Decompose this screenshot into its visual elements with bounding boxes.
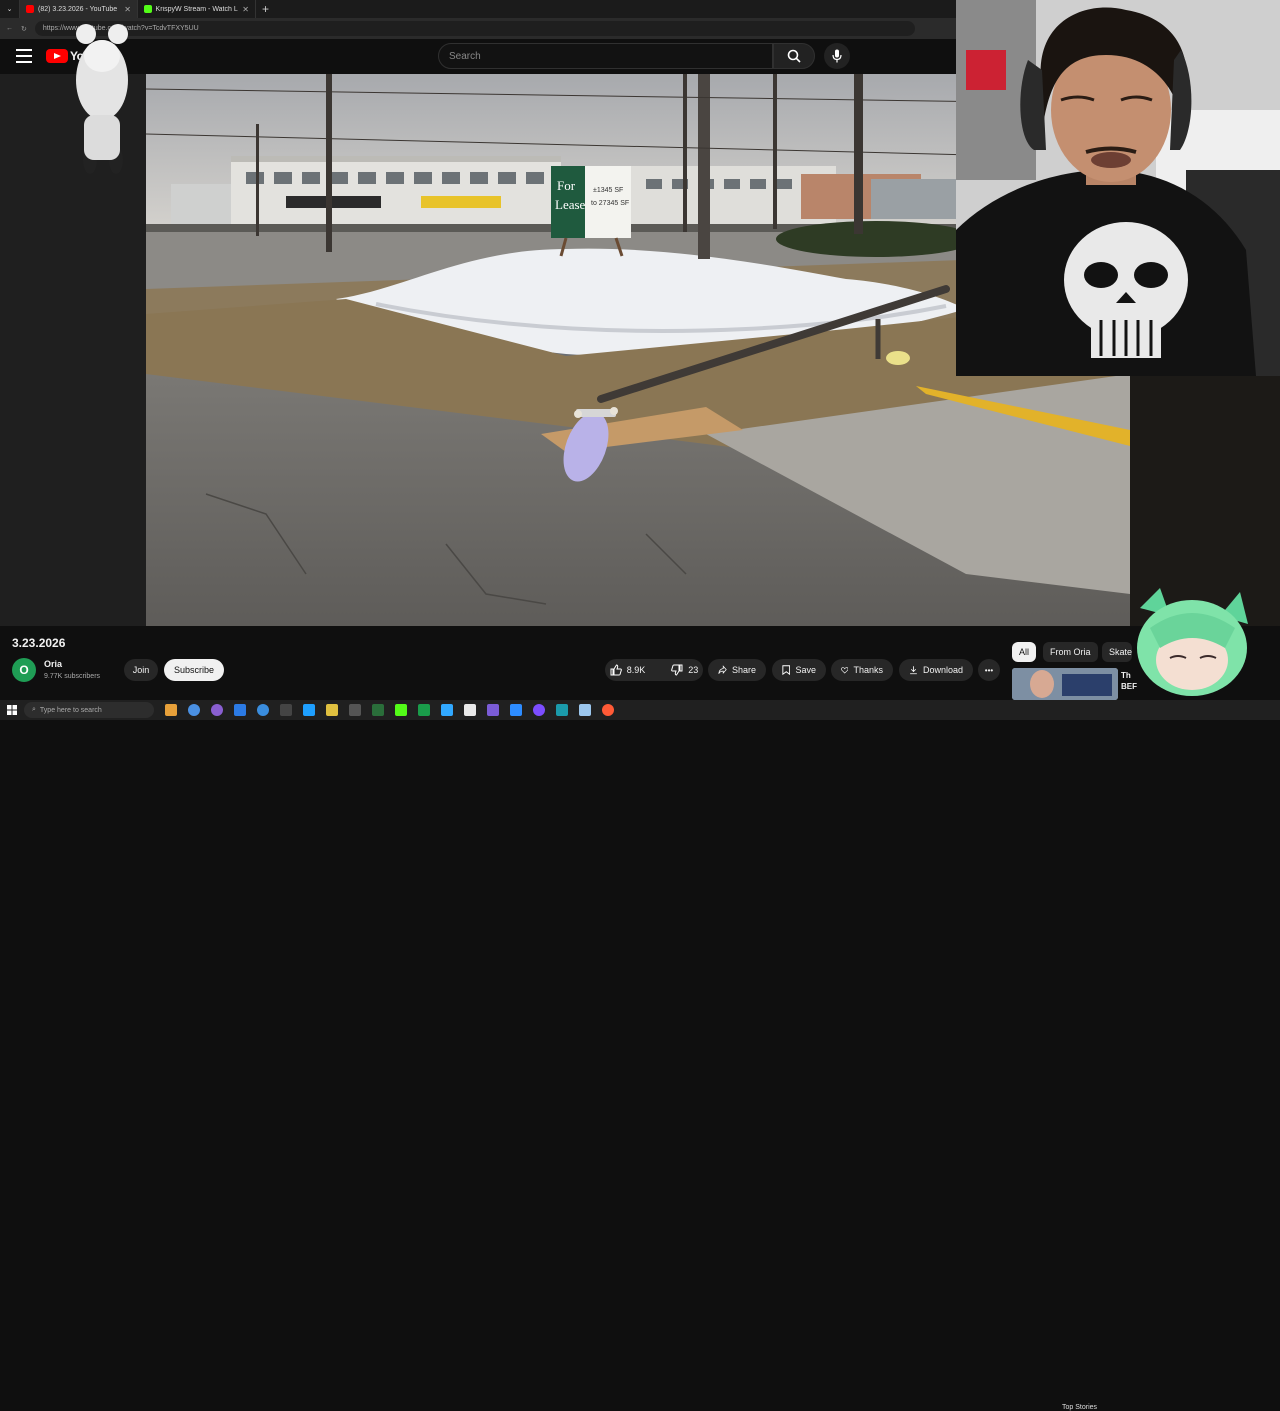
thumbs-down-icon	[671, 664, 683, 676]
chip-skate[interactable]: Skate	[1102, 642, 1132, 662]
streamer-webcam-scene	[956, 0, 1280, 376]
taskbar-app-icon[interactable]	[487, 704, 499, 716]
taskbar-search-placeholder: Type here to search	[39, 706, 102, 714]
search-icon	[787, 49, 801, 63]
taskbar-app-icon[interactable]	[441, 704, 453, 716]
reload-icon[interactable]: ↻	[21, 25, 27, 33]
chip-from-oria[interactable]: From Oria	[1043, 642, 1098, 662]
new-tab-button[interactable]: +	[256, 2, 275, 16]
recommended-video-thumbnail[interactable]	[1012, 668, 1118, 700]
sign-size-text-2: to 27345 SF	[591, 200, 629, 207]
bookmark-icon	[782, 665, 791, 676]
taskbar-app-icon[interactable]	[395, 704, 407, 716]
start-button[interactable]	[0, 705, 24, 715]
chip-all[interactable]: All	[1012, 642, 1037, 662]
thanks-heart-dollar-icon	[841, 667, 849, 674]
back-icon[interactable]: ←	[6, 25, 13, 32]
search-placeholder: Search	[449, 50, 481, 62]
microphone-icon	[832, 49, 842, 63]
taskbar-app-icon[interactable]	[510, 704, 522, 716]
taskbar-app-icon[interactable]	[211, 704, 223, 716]
join-label: Join	[132, 665, 150, 675]
tab-youtube[interactable]: (82) 3.23.2026 - YouTube ✕	[20, 0, 138, 18]
url-field[interactable]: https://www.youtube.com/watch?v=TcdvTFXY…	[34, 21, 915, 36]
save-label: Save	[795, 665, 816, 675]
subscriber-count: 9.77K subscribers	[44, 673, 101, 680]
save-button[interactable]: Save	[772, 659, 826, 681]
address-bar-row: ← ↻ https://www.youtube.com/watch?v=Tcdv…	[0, 18, 956, 39]
sign-size-text-1: ±1345 SF	[593, 187, 623, 194]
taskbar-app-icon[interactable]	[303, 704, 315, 716]
dislike-count: 23	[688, 665, 699, 675]
like-dislike-group: 8.9K 23	[605, 659, 703, 681]
windows-logo-icon	[7, 705, 17, 715]
tab-list-button[interactable]: ⌄	[0, 0, 20, 18]
more-actions-button[interactable]: •••	[978, 659, 1000, 681]
taskbar-app-icon[interactable]	[257, 704, 269, 716]
close-tab-icon[interactable]: ✕	[242, 5, 249, 14]
more-actions-icon: •••	[984, 665, 994, 675]
taskbar-app-icon[interactable]	[234, 704, 246, 716]
search-button[interactable]	[773, 43, 815, 69]
tab-label: (82) 3.23.2026 - YouTube	[38, 5, 118, 13]
thanks-button[interactable]: Thanks	[831, 659, 893, 681]
taskbar-search-box[interactable]: ⌕ Type here to search	[24, 702, 154, 718]
taskbar-app-icon[interactable]	[188, 704, 200, 716]
taskbar-app-icon[interactable]	[418, 704, 430, 716]
thumbnail-image	[1012, 668, 1118, 700]
sign-for-text: For	[557, 178, 576, 193]
youtube-favicon-icon	[26, 5, 34, 13]
share-icon	[718, 665, 727, 674]
taskbar-app-icon[interactable]	[165, 704, 177, 716]
join-button[interactable]: Join	[124, 659, 158, 681]
taskbar-app-icon[interactable]	[464, 704, 476, 716]
video-title: 3.23.2026	[12, 636, 66, 650]
taskbar-search-icon: ⌕	[32, 706, 36, 713]
download-button[interactable]: Download	[899, 659, 973, 681]
voice-search-button[interactable]	[824, 43, 850, 69]
tab-label: KrispyW Stream - Watch Live on K	[155, 5, 239, 13]
streamer-webcam	[956, 0, 1280, 376]
hamburger-menu-icon[interactable]	[16, 49, 32, 63]
channel-avatar[interactable]: O	[12, 658, 36, 682]
like-count: 8.9K	[626, 665, 646, 675]
taskbar-app-icon[interactable]	[326, 704, 338, 716]
share-button[interactable]: Share	[708, 659, 766, 681]
channel-name[interactable]: Oria	[44, 659, 62, 669]
taskbar-app-icon[interactable]	[602, 704, 614, 716]
browser-tab-bar: ⌄ (82) 3.23.2026 - YouTube ✕ KrispyW Str…	[0, 0, 956, 18]
subscribe-button[interactable]: Subscribe	[164, 659, 224, 681]
taskbar-app-icon[interactable]	[533, 704, 545, 716]
anime-avatar-overlay	[1137, 588, 1248, 696]
taskbar-app-icon[interactable]	[280, 704, 292, 716]
thumbs-up-icon	[610, 664, 622, 676]
close-tab-icon[interactable]: ✕	[124, 5, 131, 14]
like-button[interactable]: 8.9K	[602, 664, 654, 676]
download-label: Download	[922, 665, 963, 675]
youtube-logo-icon[interactable]	[46, 49, 68, 63]
taskbar-app-icon[interactable]	[556, 704, 568, 716]
thanks-label: Thanks	[853, 665, 883, 675]
taskbar-app-icon[interactable]	[579, 704, 591, 716]
taskbar-app-icon[interactable]	[349, 704, 361, 716]
windows-taskbar: ⌕ Type here to search Top Stories	[0, 700, 1280, 1411]
tab-kick[interactable]: KrispyW Stream - Watch Live on K ✕	[138, 0, 256, 18]
sign-lease-text: Lease	[555, 197, 586, 212]
subscribe-label: Subscribe	[173, 665, 215, 675]
mouse-mascot-overlay	[76, 24, 128, 174]
kick-favicon-icon	[144, 5, 152, 13]
taskbar-app-icon[interactable]	[372, 704, 384, 716]
search-input[interactable]: Search	[438, 43, 773, 69]
share-label: Share	[731, 665, 756, 675]
top-stories-widget[interactable]: Top Stories	[1062, 1404, 1097, 1411]
dislike-button[interactable]: 23	[663, 664, 706, 676]
download-icon	[910, 666, 917, 675]
